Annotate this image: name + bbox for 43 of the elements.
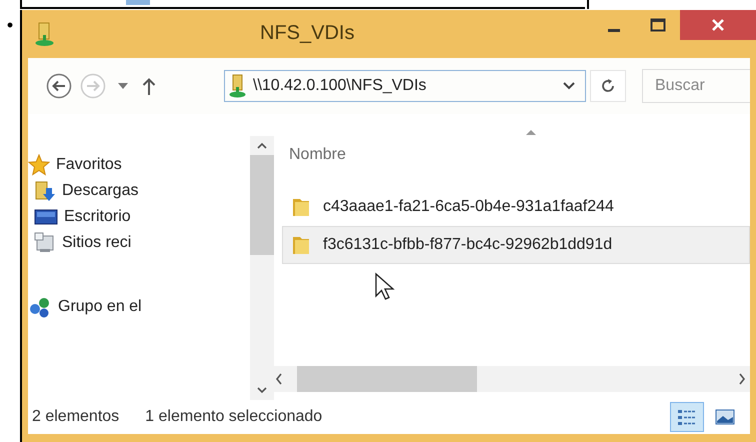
downloads-folder-icon xyxy=(34,180,56,202)
file-row[interactable]: f3c6131c-bfbb-f877-bc4c-92962b1dd91d xyxy=(282,226,750,264)
bullet: • xyxy=(6,16,14,37)
sort-caret-icon xyxy=(526,130,536,135)
caret-icon xyxy=(118,83,128,89)
sidebar-item[interactable]: Escritorio xyxy=(34,204,250,230)
scroll-down-icon xyxy=(257,387,267,394)
thumbnail-image-icon xyxy=(714,407,736,427)
star-icon xyxy=(28,154,50,176)
address-field[interactable]: \\10.42.0.100\NFS_VDIs xyxy=(224,70,586,102)
sidebar-item[interactable]: Favoritos xyxy=(28,152,250,178)
network-folder-icon xyxy=(229,74,247,98)
folder-icon xyxy=(291,234,311,256)
vertical-scrollbar[interactable] xyxy=(250,136,274,400)
sidebar-item[interactable]: Sitios reci xyxy=(34,230,250,256)
horizontal-scrollbar[interactable] xyxy=(271,366,750,392)
close-button[interactable] xyxy=(680,10,756,40)
refresh-icon xyxy=(600,78,616,94)
up-arrow-icon xyxy=(142,77,156,95)
caret-icon xyxy=(563,82,575,90)
scroll-right-icon xyxy=(738,373,746,385)
refresh-button[interactable] xyxy=(590,70,626,102)
sidebar-item[interactable]: Grupo en el xyxy=(28,294,250,320)
selection-count: 1 elemento seleccionado xyxy=(145,408,322,426)
homegroup-icon xyxy=(28,296,52,318)
back-button[interactable] xyxy=(44,71,74,101)
details-list-icon xyxy=(676,407,698,427)
item-count: 2 elementos xyxy=(32,408,120,426)
sidebar-item[interactable]: Descargas xyxy=(34,178,250,204)
close-icon xyxy=(711,18,725,32)
network-folder-icon xyxy=(34,21,56,47)
details-view-button[interactable] xyxy=(670,402,704,432)
window-title: NFS_VDIs xyxy=(260,22,354,45)
scroll-up-icon xyxy=(257,142,267,149)
folder-icon xyxy=(291,196,311,218)
mouse-pointer-icon xyxy=(374,272,396,302)
column-header[interactable]: Nombre xyxy=(282,146,750,164)
desktop-icon xyxy=(34,207,58,227)
file-row[interactable]: c43aaae1-fa21-6ca5-0b4e-931a1faaf244 xyxy=(282,188,750,226)
recent-places-icon xyxy=(34,232,56,254)
maximize-icon xyxy=(650,18,666,32)
minimize-icon xyxy=(608,28,620,32)
scroll-left-icon xyxy=(275,373,283,385)
